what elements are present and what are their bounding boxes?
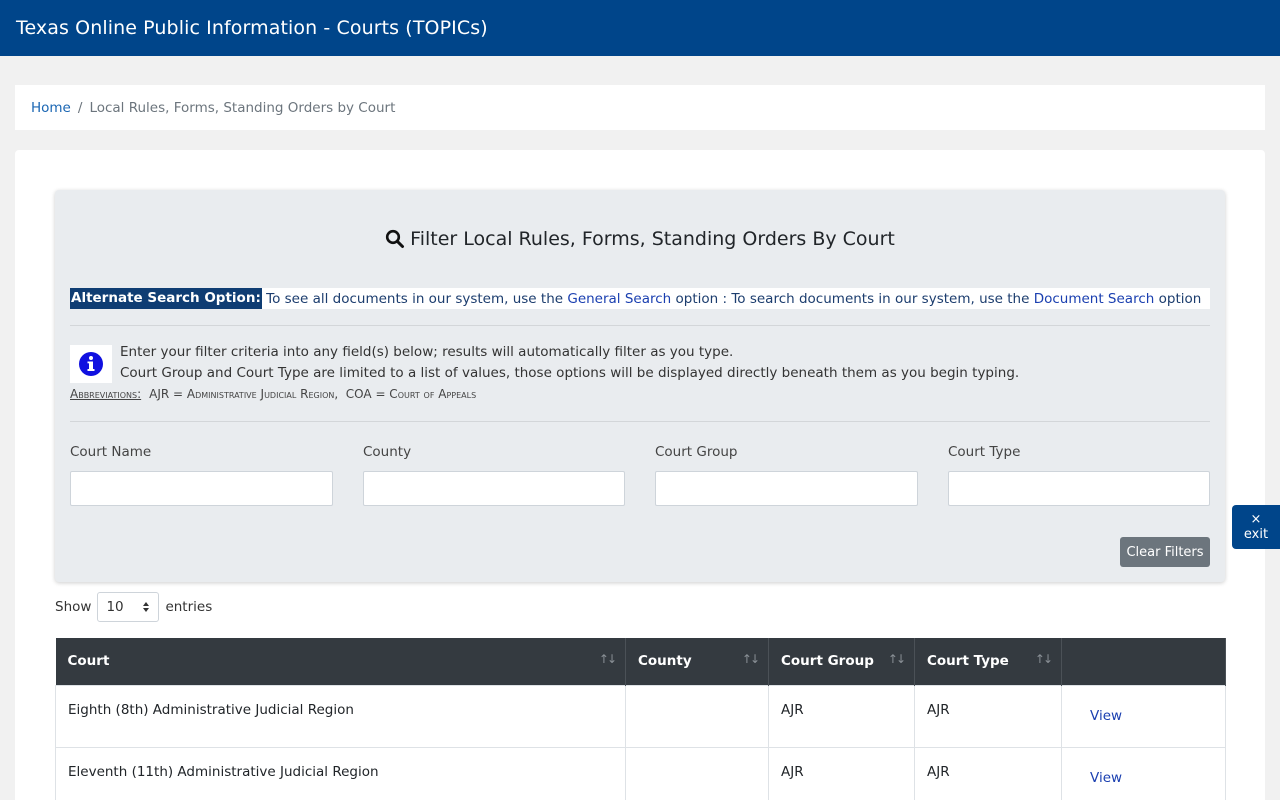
- table-row: Eighth (8th) Administrative Judicial Reg…: [55, 684, 1226, 748]
- cell-court: Eleventh (11th) Administrative Judicial …: [55, 746, 626, 800]
- close-icon: ×: [1250, 512, 1262, 527]
- breadcrumb: Home / Local Rules, Forms, Standing Orde…: [15, 85, 1265, 130]
- table-header-row: Court ↑↓ County ↑↓ Court Group ↑↓ Court Typ…: [55, 638, 1226, 685]
- cell-action: View: [1061, 684, 1226, 748]
- sort-icon: ↑↓: [598, 652, 617, 666]
- search-icon: [386, 229, 405, 248]
- divider: [70, 325, 1210, 326]
- show-label: Show: [55, 599, 92, 615]
- column-header-label: Court: [67, 653, 110, 670]
- alternate-search-text-2: option : To search documents in our syst…: [671, 290, 1034, 307]
- cell-court-type: AJR: [914, 746, 1062, 800]
- abbreviations-label: Abbreviations:: [70, 387, 142, 401]
- entries-length-control: Show 10 entries: [55, 592, 212, 622]
- general-search-link[interactable]: General Search: [567, 291, 671, 307]
- filter-title-text: Filter Local Rules, Forms, Standing Orde…: [410, 228, 895, 250]
- courts-table: Court ↑↓ County ↑↓ Court Group ↑↓ Court Typ…: [55, 638, 1226, 800]
- exit-button[interactable]: × exit: [1232, 505, 1280, 549]
- cell-court: Eighth (8th) Administrative Judicial Reg…: [55, 684, 626, 748]
- county-label: County: [363, 444, 412, 460]
- alternate-search-text-3: option: [1154, 290, 1202, 307]
- exit-label: exit: [1243, 527, 1269, 542]
- court-name-input[interactable]: [70, 471, 333, 506]
- view-link[interactable]: View: [1090, 770, 1122, 786]
- column-header-court-type[interactable]: Court Type ↑↓: [914, 638, 1062, 685]
- county-input[interactable]: [363, 471, 625, 506]
- column-header-court-group[interactable]: Court Group ↑↓: [768, 638, 915, 685]
- column-header-action: [1061, 638, 1226, 685]
- column-header-court[interactable]: Court ↑↓: [55, 638, 626, 685]
- court-name-label: Court Name: [70, 444, 152, 460]
- abbreviations: Abbreviations: AJR = Administrative Judic…: [70, 387, 476, 401]
- info-icon: [70, 345, 112, 383]
- filter-panel: Filter Local Rules, Forms, Standing Orde…: [55, 190, 1225, 582]
- sort-icon: ↑↓: [741, 652, 760, 666]
- cell-action: View: [1061, 746, 1226, 800]
- entries-select-value: 10: [106, 599, 124, 615]
- document-search-link[interactable]: Document Search: [1034, 291, 1155, 307]
- cell-court-group: AJR: [768, 684, 915, 748]
- court-type-input[interactable]: [948, 471, 1210, 506]
- column-header-label: Court Group: [781, 653, 874, 670]
- sort-icon: ↑↓: [1034, 652, 1053, 666]
- info-text-line-2: Court Group and Court Type are limited t…: [120, 365, 1020, 381]
- alternate-search-option: Alternate Search Option: To see all docu…: [70, 288, 1210, 309]
- view-link[interactable]: View: [1090, 708, 1122, 724]
- breadcrumb-home-link[interactable]: Home: [31, 100, 71, 116]
- top-navbar: Texas Online Public Information - Courts…: [0, 0, 1280, 56]
- court-group-label: Court Group: [655, 444, 738, 460]
- info-text-line-1: Enter your filter criteria into any fiel…: [120, 344, 734, 360]
- clear-filters-button[interactable]: Clear Filters: [1120, 537, 1210, 567]
- entries-select[interactable]: 10: [97, 592, 160, 622]
- alternate-search-label: Alternate Search Option:: [70, 288, 262, 309]
- abbreviations-text: AJR = Administrative Judicial Region, CO…: [149, 387, 477, 401]
- alternate-search-text-1: To see all documents in our system, use …: [261, 290, 568, 307]
- column-header-label: Court Type: [927, 653, 1009, 670]
- column-header-county[interactable]: County ↑↓: [625, 638, 769, 685]
- cell-court-group: AJR: [768, 746, 915, 800]
- court-group-input[interactable]: [655, 471, 918, 506]
- breadcrumb-separator: /: [77, 99, 83, 116]
- table-row: Eleventh (11th) Administrative Judicial …: [55, 746, 1226, 800]
- divider: [70, 421, 1210, 422]
- cell-county: [625, 684, 769, 748]
- breadcrumb-current: Local Rules, Forms, Standing Orders by C…: [89, 99, 396, 116]
- select-arrows-icon: [143, 602, 150, 612]
- cell-county: [625, 746, 769, 800]
- entries-label: entries: [165, 599, 213, 615]
- filter-heading: Filter Local Rules, Forms, Standing Orde…: [55, 228, 1225, 250]
- cell-court-type: AJR: [914, 684, 1062, 748]
- site-title[interactable]: Texas Online Public Information - Courts…: [16, 17, 488, 39]
- column-header-label: County: [638, 653, 692, 670]
- sort-icon: ↑↓: [887, 652, 906, 666]
- court-type-label: Court Type: [948, 444, 1021, 460]
